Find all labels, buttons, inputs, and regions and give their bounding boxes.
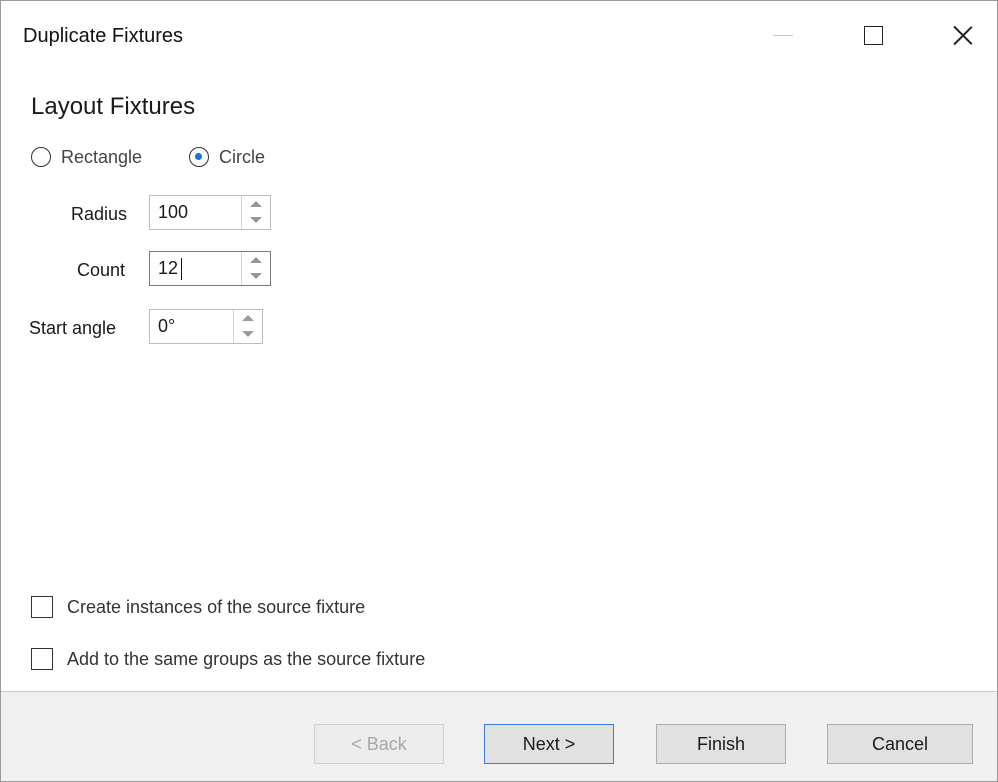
start-angle-spinbox[interactable] <box>149 309 263 344</box>
start-angle-increment-button[interactable] <box>234 310 262 326</box>
page-heading: Layout Fixtures <box>31 93 196 120</box>
finish-button[interactable]: Finish <box>656 724 786 764</box>
minimize-icon <box>773 34 793 36</box>
back-button-label: < Back <box>351 733 407 754</box>
chevron-down-icon <box>250 273 262 279</box>
finish-button-label: Finish <box>696 733 745 754</box>
next-button-label: Next > <box>522 733 576 754</box>
start-angle-input[interactable] <box>150 310 234 343</box>
start-angle-label: Start angle <box>29 318 117 338</box>
radius-input[interactable] <box>150 196 242 229</box>
count-spin-buttons[interactable] <box>241 252 270 285</box>
chevron-down-icon <box>242 331 254 337</box>
chevron-up-icon <box>242 315 254 321</box>
start-angle-spin-buttons[interactable] <box>233 310 262 343</box>
create-instances-option[interactable]: Create instances of the source fixture <box>31 594 365 620</box>
create-instances-label[interactable]: Create instances of the source fixture <box>67 597 365 618</box>
same-groups-label[interactable]: Add to the same groups as the source fix… <box>67 649 425 670</box>
cancel-button-label: Cancel <box>871 733 929 754</box>
text-caret <box>181 258 182 280</box>
title-bar[interactable]: Duplicate Fixtures <box>1 1 997 75</box>
count-input[interactable] <box>150 252 242 285</box>
count-increment-button[interactable] <box>242 252 270 268</box>
minimize-button <box>753 9 813 61</box>
radius-spinbox[interactable] <box>149 195 271 230</box>
count-label: Count <box>77 260 126 280</box>
rectangle-label[interactable]: Rectangle <box>61 147 142 168</box>
close-button[interactable] <box>933 9 993 61</box>
same-groups-option[interactable]: Add to the same groups as the source fix… <box>31 646 425 672</box>
back-button[interactable]: < Back <box>314 724 444 764</box>
circle-option[interactable]: Circle <box>189 144 265 170</box>
window-title: Duplicate Fixtures <box>23 25 184 47</box>
start-angle-decrement-button[interactable] <box>234 326 262 342</box>
same-groups-checkbox[interactable] <box>31 648 53 670</box>
count-spinbox[interactable] <box>149 251 271 286</box>
chevron-down-icon <box>250 217 262 223</box>
radius-increment-button[interactable] <box>242 196 270 212</box>
chevron-up-icon <box>250 201 262 207</box>
radius-label: Radius <box>71 204 128 224</box>
close-icon <box>953 25 973 45</box>
radius-spin-buttons[interactable] <box>241 196 270 229</box>
circle-radio[interactable] <box>189 147 209 167</box>
circle-label[interactable]: Circle <box>219 147 265 168</box>
maximize-button[interactable] <box>843 9 903 61</box>
dialog-window: Duplicate Fixtures Layout Fixtures Recta… <box>0 0 998 782</box>
count-decrement-button[interactable] <box>242 268 270 284</box>
maximize-icon <box>863 25 883 45</box>
radius-decrement-button[interactable] <box>242 212 270 228</box>
rectangle-radio[interactable] <box>31 147 51 167</box>
rectangle-option[interactable]: Rectangle <box>31 144 142 170</box>
cancel-button[interactable]: Cancel <box>827 724 973 764</box>
next-button[interactable]: Next > <box>484 724 614 764</box>
create-instances-checkbox[interactable] <box>31 596 53 618</box>
chevron-up-icon <box>250 257 262 263</box>
